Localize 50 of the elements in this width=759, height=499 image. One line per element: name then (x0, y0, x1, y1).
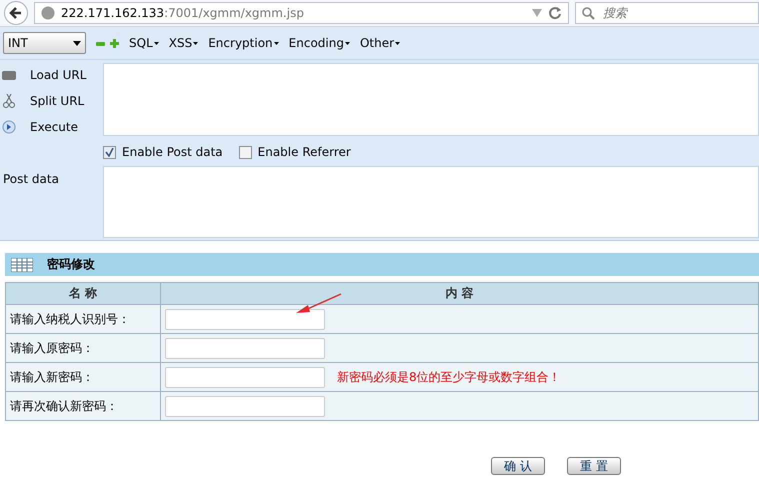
section-title: 密码修改 (47, 256, 95, 273)
column-header: 名 称 (68, 286, 98, 300)
confirm-button[interactable]: 确 认 (491, 457, 545, 475)
field-label: 请再次确认新密码： (10, 398, 118, 412)
checkbox-label: Enable Referrer (258, 145, 351, 159)
field-label: 请输入新密码： (10, 370, 94, 384)
annotation-arrow (295, 293, 343, 315)
url-path: :7001/xgmm/xgmm.jsp (164, 6, 304, 20)
input-field[interactable] (165, 338, 325, 358)
input-field[interactable] (165, 366, 325, 388)
post-data-field[interactable] (103, 166, 759, 238)
field-label: 请输入纳税人识别号： (10, 312, 130, 326)
back-button[interactable] (4, 1, 28, 25)
input-field[interactable] (165, 396, 325, 416)
caret-icon (274, 42, 279, 44)
caret-icon (344, 42, 350, 44)
url-host: 222.171.162.133 (61, 6, 164, 20)
reload-icon[interactable] (548, 6, 562, 20)
action-button[interactable]: Load URL (0, 64, 100, 86)
action-button[interactable]: Execute (0, 116, 100, 138)
action-button[interactable]: Split URL (0, 90, 100, 112)
menu-button[interactable]: Encoding (288, 36, 350, 50)
search-icon (582, 6, 595, 20)
dropdown-icon[interactable] (532, 9, 542, 17)
menu-button[interactable]: XSS (168, 36, 198, 50)
caret-icon (73, 40, 81, 46)
menu-button[interactable]: SQL (129, 36, 159, 50)
back-arrow-icon (9, 6, 23, 20)
input-field[interactable] (165, 308, 325, 330)
field-label: 请输入原密码： (10, 340, 94, 354)
checkbox[interactable] (103, 146, 116, 158)
reset-button[interactable]: 重 置 (567, 457, 621, 475)
search-box[interactable]: 搜索 (575, 2, 759, 24)
menu-button[interactable]: Encryption (208, 36, 279, 50)
type-select[interactable]: INT (3, 32, 86, 54)
plus-icon[interactable] (110, 38, 119, 48)
menu-button[interactable]: Other (360, 36, 400, 50)
validation-hint: 新密码必须是8位的至少字母或数字组合！ (337, 370, 561, 384)
url-field[interactable] (103, 63, 759, 136)
checkbox-label: Enable Post data (122, 145, 223, 159)
play-icon (2, 120, 16, 134)
table-icon (11, 258, 33, 272)
caret-icon (154, 42, 159, 44)
checkbox[interactable] (238, 146, 252, 158)
caret-icon (395, 42, 400, 44)
column-header: 内 容 (445, 286, 474, 300)
address-field[interactable]: 222.171.162.133:7001/xgmm/xgmm.jsp (34, 2, 569, 24)
scissors-icon (2, 94, 16, 108)
caret-icon (193, 42, 198, 44)
post-data-label: Post data (2, 171, 60, 188)
